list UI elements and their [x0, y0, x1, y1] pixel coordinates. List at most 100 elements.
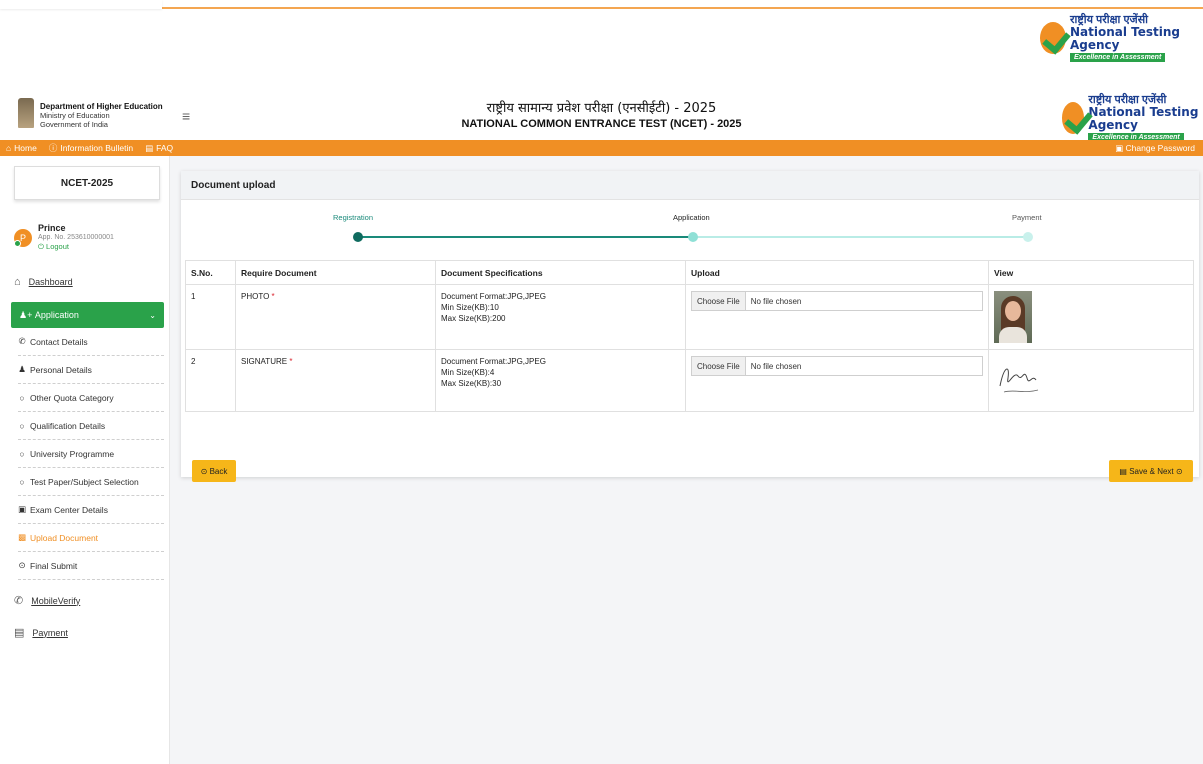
table-header-row: S.No. Require Document Document Specific…: [185, 260, 1194, 285]
sub-item-label: Other Quota Category: [30, 392, 114, 403]
main-content: Document upload Registration Application…: [170, 156, 1203, 764]
sidebar-item-university-programme[interactable]: ○ University Programme: [18, 440, 164, 468]
orange-rule: [0, 0, 1203, 9]
sub-item-label: Final Submit: [30, 560, 78, 571]
photo-preview: [994, 291, 1032, 343]
dashboard-label: Dashboard: [28, 277, 73, 287]
sub-item-label: Personal Details: [30, 364, 92, 375]
spec-min-size: Min Size(KB):4: [441, 368, 495, 377]
title-english: NATIONAL COMMON ENTRANCE TEST (NCET) - 2…: [461, 118, 742, 130]
step-line-completed: [359, 236, 692, 238]
step-payment: Payment: [1012, 213, 1042, 222]
cell-upload: Choose File No file chosen: [685, 284, 989, 350]
step-dot-registration: [353, 232, 363, 242]
user-block: P Prince App. No. 253610000001 ⏻ Logout: [14, 224, 114, 251]
nav-change-password-label: Change Password: [1125, 143, 1195, 153]
table-row: 2 SIGNATURE * Document Format:JPG,JPEG M…: [185, 349, 1194, 412]
card-title: Document upload: [181, 171, 1199, 200]
lock-icon: ▣: [1115, 142, 1124, 153]
document-name: SIGNATURE: [241, 357, 288, 366]
col-sno: S.No.: [185, 260, 236, 285]
home-icon: ⌂: [14, 276, 21, 288]
signature-file-input[interactable]: Choose File No file chosen: [691, 356, 983, 376]
sidebar: NCET-2025 P Prince App. No. 253610000001…: [0, 156, 170, 764]
sidebar-item-personal-details[interactable]: ♟ Personal Details: [18, 356, 164, 384]
nav-faq-label: FAQ: [156, 143, 174, 153]
sidebar-item-payment[interactable]: ▤ Payment: [14, 626, 162, 639]
nta-english: National Testing Agency: [1088, 105, 1199, 132]
step-line-pending: [692, 236, 1027, 238]
sidebar-item-mobile-verify[interactable]: ✆ MobileVerify: [14, 594, 162, 607]
sidebar-item-exam-center[interactable]: ▣ Exam Center Details: [18, 496, 164, 524]
chevron-down-icon: ⌄: [149, 310, 156, 320]
logout-label: Logout: [46, 242, 69, 251]
nta-check-icon: [1062, 102, 1085, 134]
step-application: Application: [673, 213, 710, 222]
sidebar-item-other-quota[interactable]: ○ Other Quota Category: [18, 384, 164, 412]
sidebar-item-application[interactable]: ♟+ Application ⌄: [11, 302, 164, 328]
cell-view: [988, 284, 1194, 350]
nta-english: National Testing Agency: [1070, 25, 1181, 52]
sub-item-label: University Programme: [30, 448, 115, 459]
spec-min-size: Min Size(KB):10: [441, 303, 499, 312]
nav-home[interactable]: ⌂ Home: [6, 143, 37, 153]
spec-format: Document Format:JPG,JPEG: [441, 292, 546, 301]
nav-info-bulletin[interactable]: ⓘ Information Bulletin: [49, 142, 133, 154]
upload-icon: ▩: [18, 532, 27, 542]
exam-name: NCET-2025: [14, 166, 160, 200]
logout-link[interactable]: ⏻ Logout: [38, 242, 114, 251]
spec-format: Document Format:JPG,JPEG: [441, 357, 546, 366]
info-icon: ⓘ: [48, 143, 58, 153]
sidebar-item-qualification[interactable]: ○ Qualification Details: [18, 412, 164, 440]
check-circle-icon: ⊙: [18, 560, 26, 570]
sidebar-item-dashboard[interactable]: ⌂ Dashboard: [14, 276, 162, 288]
title-hindi: राष्ट्रीय सामान्य प्रवेश परीक्षा (एनसीईट…: [486, 101, 717, 116]
file-status: No file chosen: [750, 296, 802, 306]
choose-file-button[interactable]: Choose File: [692, 292, 746, 310]
save-next-button[interactable]: ▤ Save & Next ⊙: [1109, 460, 1193, 482]
document-upload-card: Document upload Registration Application…: [181, 171, 1199, 482]
file-status: No file chosen: [750, 361, 802, 371]
cell-specifications: Document Format:JPG,JPEG Min Size(KB):10…: [435, 284, 686, 350]
progress-stepper: Registration Application Payment: [181, 200, 1199, 256]
step-dot-application: [688, 232, 698, 242]
documents-table: S.No. Require Document Document Specific…: [185, 260, 1194, 412]
pin-icon: ○: [19, 448, 25, 459]
sub-item-label: Exam Center Details: [30, 504, 108, 515]
outer-top-bar: राष्ट्रीय परीक्षा एजेंसी National Testin…: [0, 0, 1203, 88]
pin-icon: ○: [19, 420, 25, 431]
cell-sno: 1: [185, 284, 236, 350]
choose-file-button[interactable]: Choose File: [692, 357, 746, 375]
avatar: P: [14, 228, 32, 247]
user-name: Prince: [38, 223, 66, 233]
sidebar-item-contact-details[interactable]: ✆ Contact Details: [18, 328, 164, 356]
page-title: राष्ट्रीय सामान्य प्रवेश परीक्षा (एनसीईट…: [0, 98, 1203, 130]
sidebar-item-test-paper[interactable]: ○ Test Paper/Subject Selection: [18, 468, 164, 496]
table-row: 1 PHOTO * Document Format:JPG,JPEG Min S…: [185, 284, 1194, 350]
nav-faq[interactable]: ▤ FAQ: [145, 143, 173, 154]
spec-max-size: Max Size(KB):200: [441, 314, 506, 323]
app-header: Department of Higher Education Ministry …: [0, 92, 1203, 142]
sidebar-item-upload-document[interactable]: ▩ Upload Document: [18, 524, 164, 552]
top-nav: ⌂ Home ⓘ Information Bulletin ▤ FAQ ▣ Ch…: [0, 140, 1203, 156]
required-mark: *: [271, 292, 275, 301]
cell-document: PHOTO *: [235, 284, 436, 350]
nav-info-label: Information Bulletin: [60, 143, 134, 153]
payment-label: Payment: [32, 627, 68, 638]
back-button[interactable]: ⊙ Back: [192, 460, 236, 482]
sub-item-label: Contact Details: [30, 336, 88, 347]
phone-icon: ✆: [18, 336, 26, 346]
cell-upload: Choose File No file chosen: [685, 349, 989, 412]
nta-logo-header: राष्ट्रीय परीक्षा एजेंसी National Testin…: [1062, 94, 1203, 142]
nav-change-password[interactable]: ▣ Change Password: [1115, 143, 1195, 154]
photo-file-input[interactable]: Choose File No file chosen: [691, 291, 983, 311]
nta-logo-top: राष्ट्रीय परीक्षा एजेंसी National Testin…: [1040, 14, 1203, 62]
next-icon: ⊙: [1175, 466, 1183, 476]
sidebar-item-final-submit[interactable]: ⊙ Final Submit: [18, 552, 164, 580]
col-view: View: [988, 260, 1194, 285]
blank-tab: [0, 0, 162, 9]
building-icon: ▣: [18, 504, 27, 514]
pin-icon: ○: [19, 476, 25, 487]
faq-icon: ▤: [145, 142, 154, 153]
save-next-label: Save & Next: [1129, 466, 1174, 476]
